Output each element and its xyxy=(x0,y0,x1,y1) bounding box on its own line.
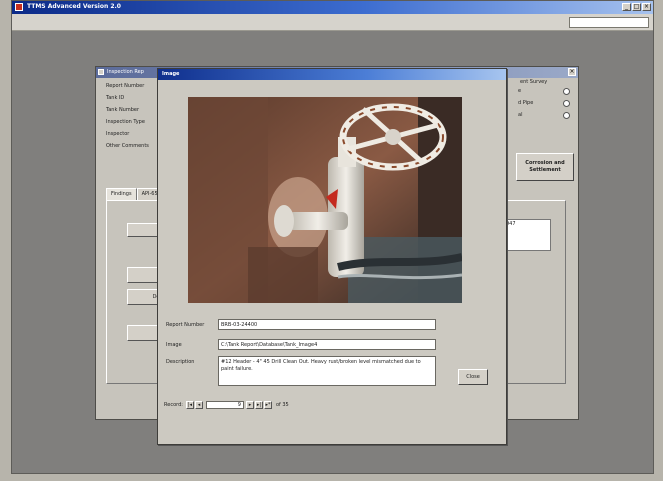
label-report-number: Report Number xyxy=(166,322,205,328)
findings-list-box[interactable]: 947 xyxy=(503,219,551,251)
corrosion-settlement-button[interactable]: Corrosion and Settlement xyxy=(516,153,574,181)
record-number-input[interactable]: 9 xyxy=(205,401,244,409)
menubar xyxy=(12,14,653,31)
minimize-button[interactable]: _ xyxy=(622,3,631,11)
form-title: Inspection Rep xyxy=(107,69,144,75)
field-label-tank-id: Tank ID xyxy=(106,95,125,101)
new-record-icon[interactable]: ▸* xyxy=(263,401,272,409)
survey-radio-1[interactable] xyxy=(563,88,570,95)
next-record-icon[interactable]: ▸ xyxy=(245,401,254,409)
app-window: TTMS Advanced Version 2.0 _ □ × Inspecti… xyxy=(11,0,654,474)
app-title: TTMS Advanced Version 2.0 xyxy=(27,3,121,10)
report-number-field[interactable]: BRB-03-24400 xyxy=(218,319,436,330)
toolbar-combo[interactable] xyxy=(569,17,649,28)
field-label-tank-number: Tank Number xyxy=(106,107,140,113)
survey-option-1[interactable]: e xyxy=(516,87,574,97)
survey-group: ent Survey e d Pipe al xyxy=(516,79,574,131)
label-description: Description xyxy=(166,359,195,365)
field-label-inspector: Inspector xyxy=(106,131,130,137)
image-path-field[interactable]: C:\Tank Report\Database\Tank_Image4 xyxy=(218,339,436,350)
survey-title: ent Survey xyxy=(520,79,548,85)
record-count: of 35 xyxy=(275,402,289,408)
form-icon xyxy=(98,69,104,75)
field-label-other-comments: Other Comments xyxy=(106,143,149,149)
bottom-strip xyxy=(0,474,663,481)
field-label-inspection-type: Inspection Type xyxy=(106,119,145,125)
valve-photo-image xyxy=(188,97,462,303)
survey-option-1-label: e xyxy=(518,88,522,94)
form-tabs: Findings API-65 xyxy=(106,188,163,200)
close-button[interactable]: Close xyxy=(458,369,488,385)
description-field[interactable]: #12 Header - 4" 45 Drill Clean Out. Heav… xyxy=(218,356,436,386)
app-icon xyxy=(15,3,23,11)
image-dialog-titlebar: Image xyxy=(158,69,506,80)
maximize-button[interactable]: □ xyxy=(632,3,641,11)
field-label-report-number: Report Number xyxy=(106,83,145,89)
survey-option-2[interactable]: d Pipe xyxy=(516,99,574,109)
image-dialog-title: Image xyxy=(162,71,180,77)
prev-record-icon[interactable]: ◂ xyxy=(194,401,203,409)
record-nav-label: Record: xyxy=(164,402,183,408)
survey-option-3-label: al xyxy=(518,112,523,118)
app-titlebar: TTMS Advanced Version 2.0 _ □ × xyxy=(12,1,653,14)
tab-findings[interactable]: Findings xyxy=(106,188,137,200)
close-window-button[interactable]: × xyxy=(642,3,651,11)
survey-radio-2[interactable] xyxy=(563,100,570,107)
last-record-icon[interactable]: ▸| xyxy=(254,401,263,409)
label-image: Image xyxy=(166,342,182,348)
survey-option-2-label: d Pipe xyxy=(518,100,534,106)
survey-option-3[interactable]: al xyxy=(516,111,574,121)
record-navigator: Record: |◂ ◂ 9 ▸ ▸| ▸* of 35 xyxy=(164,400,289,410)
window-controls: _ □ × xyxy=(622,3,651,11)
valve-photo xyxy=(188,97,462,303)
first-record-icon[interactable]: |◂ xyxy=(185,401,194,409)
survey-radio-3[interactable] xyxy=(563,112,570,119)
form-close-icon[interactable]: × xyxy=(568,68,576,76)
image-dialog: Image Report Number BRB-03-24400 Image C… xyxy=(157,68,507,445)
